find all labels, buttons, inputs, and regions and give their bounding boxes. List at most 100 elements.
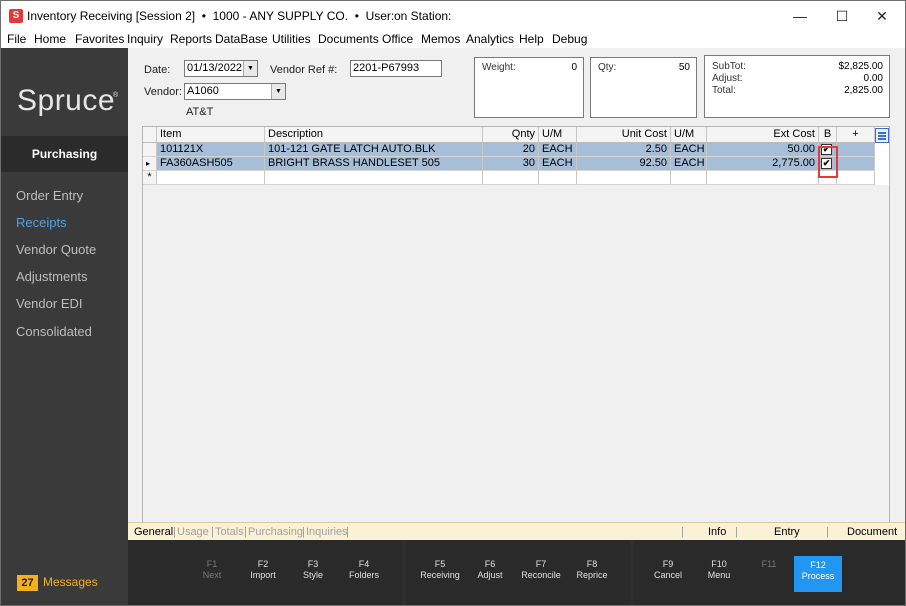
menu-memos[interactable]: Memos — [421, 32, 460, 46]
cell-unit-cost[interactable]: 2.50 — [577, 143, 671, 157]
minimize-button[interactable]: — — [785, 5, 815, 27]
tab-separator: | — [346, 526, 349, 538]
weight-box: Weight: 0 — [474, 57, 584, 118]
f10-menu-button[interactable]: F10 Menu — [695, 559, 743, 581]
cell-description[interactable]: 101-121 GATE LATCH AUTO.BLK — [265, 143, 483, 157]
new-row[interactable]: * — [143, 171, 875, 185]
menu-database[interactable]: DataBase — [215, 32, 268, 46]
sidebar-item-adjustments[interactable]: Adjustments — [16, 269, 88, 284]
f1-next-button[interactable]: F1 Next — [188, 559, 236, 581]
new-cell-description[interactable] — [265, 171, 483, 185]
table-row[interactable]: ▸ FA360ASH505 BRIGHT BRASS HANDLESET 505… — [143, 157, 875, 171]
column-header-add[interactable]: + — [837, 127, 875, 143]
tab-totals[interactable]: Totals — [215, 526, 244, 538]
column-header-qnty[interactable]: Qnty — [483, 127, 539, 143]
fkey-label: Reconcile — [521, 570, 561, 580]
sidebar-item-consolidated[interactable]: Consolidated — [16, 324, 92, 339]
column-header-um2[interactable]: U/M — [671, 127, 707, 143]
fkey-label: Process — [801, 571, 835, 581]
tab-separator: | — [681, 526, 684, 538]
vendor-ref-field[interactable]: 2201-P67993 — [350, 60, 442, 77]
menu-inquiry[interactable]: Inquiry — [127, 32, 163, 46]
cell-qnty[interactable]: 30 — [483, 157, 539, 171]
menu-documents[interactable]: Documents — [318, 32, 379, 46]
cell-description[interactable]: BRIGHT BRASS HANDLESET 505 — [265, 157, 483, 171]
sidebar-item-vendor-quote[interactable]: Vendor Quote — [16, 242, 96, 257]
new-cell-item[interactable] — [157, 171, 265, 185]
menu-reports[interactable]: Reports — [170, 32, 212, 46]
fkey-label: Receiving — [420, 570, 460, 580]
cell-um2[interactable]: EACH — [671, 143, 707, 157]
f4-folders-button[interactable]: F4 Folders — [340, 559, 388, 581]
tab-inquiries[interactable]: Inquiries — [306, 526, 348, 538]
cell-um[interactable]: EACH — [539, 157, 577, 171]
fkey-code: F4 — [358, 559, 370, 569]
cell-item[interactable]: 101121X — [157, 143, 265, 157]
menu-file[interactable]: File — [7, 32, 26, 46]
tab-info[interactable]: Info — [708, 526, 726, 538]
tab-separator: | — [302, 526, 305, 538]
tab-separator: | — [735, 526, 738, 538]
menu-office[interactable]: Office — [382, 32, 413, 46]
f7-reconcile-button[interactable]: F7 Reconcile — [517, 559, 565, 581]
f12-process-button[interactable]: F12 Process — [794, 556, 842, 592]
f9-cancel-button[interactable]: F9 Cancel — [644, 559, 692, 581]
table-row[interactable]: 101121X 101-121 GATE LATCH AUTO.BLK 20 E… — [143, 143, 875, 157]
maximize-button[interactable]: ☐ — [827, 5, 857, 27]
fkey-code: F2 — [257, 559, 269, 569]
app-window: S Inventory Receiving [Session 2] • 1000… — [0, 0, 906, 606]
menu-analytics[interactable]: Analytics — [466, 32, 514, 46]
menu-favorites[interactable]: Favorites — [75, 32, 124, 46]
tab-purchasing[interactable]: Purchasing — [248, 526, 303, 538]
vendor-dropdown-icon[interactable]: ▼ — [271, 84, 285, 99]
cell-um2[interactable]: EACH — [671, 157, 707, 171]
date-dropdown-icon[interactable]: ▼ — [243, 61, 257, 76]
f2-import-button[interactable]: F2 Import — [239, 559, 287, 581]
menu-home[interactable]: Home — [34, 32, 66, 46]
column-header-b[interactable]: B — [819, 127, 837, 143]
tab-usage[interactable]: Usage — [177, 526, 209, 538]
new-cell-ext-cost[interactable] — [707, 171, 819, 185]
column-header-ext-cost[interactable]: Ext Cost — [707, 127, 819, 143]
f8-reprice-button[interactable]: F8 Reprice — [568, 559, 616, 581]
cell-um[interactable]: EACH — [539, 143, 577, 157]
tab-entry[interactable]: Entry — [774, 526, 800, 538]
menu-help[interactable]: Help — [519, 32, 544, 46]
messages-area[interactable]: 27 Messages — [1, 566, 128, 605]
cell-ext-cost[interactable]: 50.00 — [707, 143, 819, 157]
f3-style-button[interactable]: F3 Style — [289, 559, 337, 581]
cell-ext-cost[interactable]: 2,775.00 — [707, 157, 819, 171]
date-label: Date: — [144, 64, 171, 76]
close-button[interactable]: ✕ — [867, 5, 897, 27]
column-header-description[interactable]: Description — [265, 127, 483, 143]
column-header-unit-cost[interactable]: Unit Cost — [577, 127, 671, 143]
fkey-label: Menu — [707, 570, 731, 580]
f6-adjust-button[interactable]: F6 Adjust — [466, 559, 514, 581]
tab-document[interactable]: Document — [847, 526, 897, 538]
new-cell-add[interactable] — [837, 171, 875, 185]
main-content: Date: 01/13/2022 ▼ Vendor Ref #: 2201-P6… — [128, 48, 905, 536]
menu-utilities[interactable]: Utilities — [272, 32, 311, 46]
tab-general[interactable]: General — [134, 526, 173, 538]
column-header-um[interactable]: U/M — [539, 127, 577, 143]
f11-button[interactable]: F11 — [745, 559, 793, 570]
sidebar-item-order-entry[interactable]: Order Entry — [16, 188, 83, 203]
new-cell-um[interactable] — [539, 171, 577, 185]
column-header-item[interactable]: Item — [157, 127, 265, 143]
grid-menu-icon[interactable] — [875, 128, 889, 143]
window-title: Inventory Receiving [Session 2] • 1000 -… — [27, 9, 395, 23]
sidebar-item-vendor-edi[interactable]: Vendor EDI — [16, 296, 83, 311]
sidebar-item-receipts[interactable]: Receipts — [16, 215, 67, 230]
cell-item[interactable]: FA360ASH505 — [157, 157, 265, 171]
date-field[interactable]: 01/13/2022 ▼ — [184, 60, 258, 77]
new-cell-um2[interactable] — [671, 171, 707, 185]
cell-unit-cost[interactable]: 92.50 — [577, 157, 671, 171]
vendor-field[interactable]: A1060 ▼ — [184, 83, 286, 100]
new-cell-unit-cost[interactable] — [577, 171, 671, 185]
menu-debug[interactable]: Debug — [552, 32, 587, 46]
new-cell-qnty[interactable] — [483, 171, 539, 185]
f5-receiving-button[interactable]: F5 Receiving — [416, 559, 464, 581]
messages-label[interactable]: Messages — [43, 575, 98, 589]
vendor-label: Vendor: — [144, 86, 182, 98]
cell-qnty[interactable]: 20 — [483, 143, 539, 157]
